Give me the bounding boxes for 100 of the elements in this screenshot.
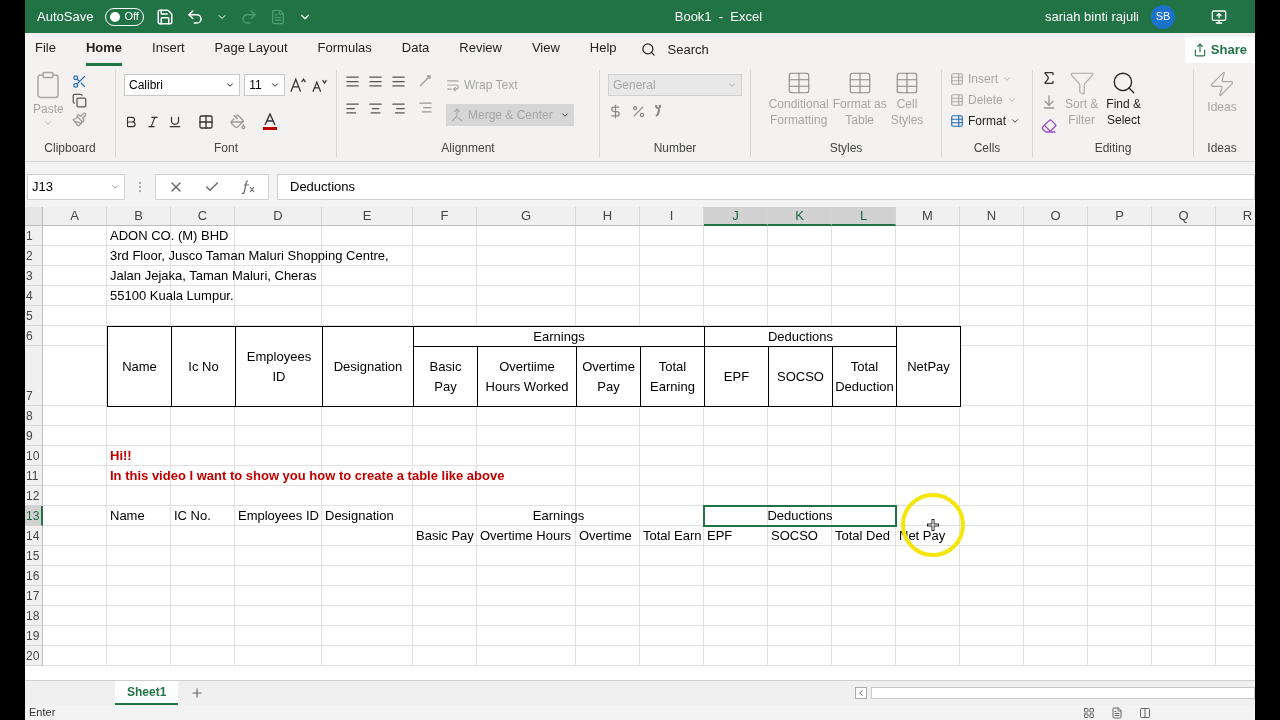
orientation-icon[interactable] [418, 74, 434, 88]
row-header[interactable]: 20 [25, 646, 43, 666]
column-header[interactable]: B [107, 207, 171, 226]
eraser-icon[interactable] [1041, 118, 1057, 134]
underline-icon[interactable] [168, 114, 182, 129]
menu-tab[interactable]: Page Layout [214, 33, 288, 66]
align-left-icon[interactable] [345, 101, 360, 116]
table-cell-text: Total Deduction [835, 357, 894, 396]
row-header[interactable]: 14 [25, 526, 43, 546]
table-cell-text: Employees ID [238, 507, 319, 525]
row-header[interactable]: 9 [25, 426, 43, 446]
row-header[interactable]: 2 [25, 246, 43, 266]
column-header[interactable]: H [576, 207, 640, 226]
table-cell-text: SOCSO [777, 367, 824, 386]
function-icon[interactable] [240, 179, 256, 194]
column-header[interactable]: G [477, 207, 576, 226]
top-align-icon[interactable] [345, 74, 360, 89]
column-header[interactable]: Q [1152, 207, 1216, 226]
table-cell-text: Designation [333, 357, 403, 376]
group-label: Alignment [441, 141, 495, 155]
search-field[interactable]: Search [667, 39, 709, 60]
column-header[interactable]: J [704, 207, 768, 226]
save-icon[interactable] [155, 7, 174, 26]
table-cell-text: IC No. [174, 507, 211, 525]
percent-icon[interactable] [631, 104, 646, 119]
bottom-align-icon[interactable] [391, 74, 406, 89]
cells-button[interactable]: Format [950, 112, 1024, 130]
column-header[interactable]: D [235, 207, 322, 226]
menu-tab[interactable]: Insert [152, 33, 185, 66]
normal-view-icon[interactable] [1083, 706, 1095, 719]
cut-icon[interactable] [71, 74, 87, 89]
group-label: Font [214, 141, 238, 155]
currency-icon[interactable] [608, 104, 623, 119]
scroll-left-icon[interactable] [855, 687, 867, 699]
font-color-icon[interactable] [262, 112, 278, 131]
row-header[interactable]: 19 [25, 626, 43, 646]
page-break-icon[interactable] [1139, 706, 1151, 719]
column-header[interactable]: P [1088, 207, 1152, 226]
column-header[interactable]: K [768, 207, 832, 226]
menu-tab[interactable]: Help [589, 33, 617, 66]
menu-tab[interactable]: Review [459, 33, 502, 66]
row-header[interactable]: 15 [25, 546, 43, 566]
fill-color-icon[interactable] [230, 113, 246, 130]
row-header[interactable]: 4 [25, 286, 43, 306]
row-header[interactable]: 18 [25, 606, 43, 626]
autosum-icon[interactable] [1041, 70, 1057, 86]
row-header[interactable]: 12 [25, 486, 43, 506]
column-header[interactable]: O [1024, 207, 1088, 226]
shrink-font-icon[interactable] [310, 77, 328, 93]
user-avatar[interactable]: SB [1151, 4, 1175, 29]
column-header[interactable]: I [640, 207, 704, 226]
row-header[interactable]: 5 [25, 306, 43, 326]
indent-icon[interactable] [418, 100, 433, 115]
align-center-icon[interactable] [368, 101, 383, 116]
grow-font-icon[interactable] [289, 77, 307, 93]
column-header[interactable]: A [43, 207, 107, 226]
share-button[interactable]: Share [1184, 36, 1255, 63]
column-header[interactable]: L [832, 207, 896, 226]
column-header[interactable]: M [896, 207, 960, 226]
bold-icon[interactable] [124, 114, 138, 129]
menu-tab[interactable]: Formulas [317, 33, 372, 66]
column-header[interactable]: R [1216, 207, 1255, 226]
menu-tab[interactable]: View [531, 33, 560, 66]
middle-align-icon[interactable] [368, 74, 383, 89]
column-header[interactable]: F [413, 207, 477, 226]
table-cell-text: Basic Pay [428, 357, 463, 396]
column-header[interactable]: C [171, 207, 235, 226]
comma-icon[interactable] [654, 104, 662, 119]
ribbon-display-icon[interactable] [1211, 8, 1227, 25]
find-select-button[interactable]: Find & Select [1106, 70, 1142, 139]
font-size-field[interactable]: 11 [244, 74, 286, 96]
row-header[interactable]: 8 [25, 406, 43, 426]
sheet-tab[interactable]: Sheet1 [115, 681, 179, 705]
italic-icon[interactable] [146, 114, 160, 129]
horizontal-scrollbar[interactable] [871, 687, 1255, 699]
page-layout-icon[interactable] [1111, 706, 1123, 719]
name-box[interactable]: J13 [27, 173, 125, 200]
row-header[interactable]: 10 [25, 446, 43, 466]
column-header[interactable]: E [322, 207, 413, 226]
row-header[interactable]: 17 [25, 586, 43, 606]
row-header[interactable]: 3 [25, 266, 43, 286]
row-header[interactable]: 13 [25, 506, 43, 526]
search-icon[interactable] [640, 42, 656, 57]
row-header[interactable]: 7 [25, 346, 43, 406]
row-header[interactable]: 6 [25, 326, 43, 346]
borders-icon[interactable] [198, 113, 214, 130]
table-cell-text: Designation [325, 507, 394, 525]
align-right-icon[interactable] [391, 101, 406, 116]
copy-icon[interactable] [71, 93, 87, 108]
font-name-field[interactable]: Calibri [124, 74, 241, 96]
menu-tab[interactable]: File [35, 33, 56, 66]
row-header[interactable]: 16 [25, 566, 43, 586]
table-cell-text: Earnings [532, 507, 585, 525]
column-header[interactable]: N [960, 207, 1024, 226]
undo-icon[interactable] [185, 7, 204, 26]
table-cell-text: Overtime Pay [581, 357, 636, 396]
menu-tab[interactable]: Data [401, 33, 430, 66]
formula-field[interactable]: Deductions [277, 173, 1255, 200]
row-header[interactable]: 1 [25, 226, 43, 246]
row-header[interactable]: 11 [25, 466, 43, 486]
